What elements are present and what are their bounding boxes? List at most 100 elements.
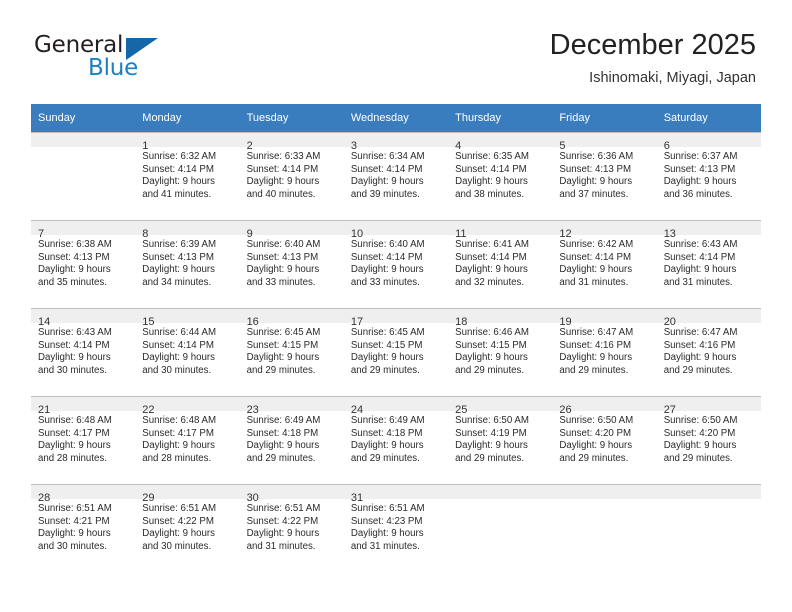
calendar-day-cell[interactable]: 17 Sunrise: 6:45 AM Sunset: 4:15 PM Dayligh… — [343, 308, 449, 396]
day-detail-line: Daylight: 9 hours — [246, 440, 320, 452]
day-number-bar: 25 — [448, 396, 553, 416]
day-detail-line: Daylight: 9 hours — [38, 440, 111, 452]
calendar-day-cell[interactable]: 21 Sunrise: 6:48 AM Sunset: 4:17 PM Dayligh… — [31, 396, 136, 484]
day-details: Sunrise: 6:41 AM Sunset: 4:14 PM Daylight:… — [448, 235, 552, 289]
day-detail-line: Sunrise: 6:32 AM — [142, 151, 217, 162]
calendar-day-cell[interactable]: 12 Sunrise: 6:42 AM Sunset: 4:14 PM Dayligh… — [552, 220, 657, 308]
day-detail-line: Sunrise: 6:51 AM — [142, 503, 217, 514]
day-cell-content: 1 Sunrise: 6:32 AM Sunset: 4:14 PM Daylight… — [135, 132, 240, 220]
calendar-day-cell[interactable]: 29 Sunrise: 6:51 AM Sunset: 4:22 PM Dayligh… — [135, 484, 240, 572]
calendar-day-cell[interactable]: 16 Sunrise: 6:45 AM Sunset: 4:15 PM Dayligh… — [239, 308, 344, 396]
day-cell-content: 20 Sunrise: 6:47 AM Sunset: 4:16 PM Dayligh… — [656, 308, 761, 396]
day-details — [552, 499, 656, 503]
day-number-bar — [552, 484, 657, 499]
calendar-day-cell[interactable]: 28 Sunrise: 6:51 AM Sunset: 4:21 PM Dayligh… — [31, 484, 136, 572]
day-detail-line: Sunrise: 6:45 AM — [350, 327, 425, 338]
page-title: December 2025 — [549, 29, 756, 61]
calendar-day-cell[interactable]: 1 Sunrise: 6:32 AM Sunset: 4:14 PM Daylight… — [135, 132, 240, 220]
day-number-bar: 1 — [135, 132, 240, 152]
day-detail-line: Daylight: 9 hours — [455, 440, 528, 452]
day-detail-line: and 29 minutes. — [559, 452, 629, 464]
calendar-day-cell[interactable]: 3 Sunrise: 6:34 AM Sunset: 4:14 PM Daylight… — [343, 132, 449, 220]
calendar-day-cell[interactable]: 19 Sunrise: 6:47 AM Sunset: 4:16 PM Dayligh… — [552, 308, 657, 396]
calendar-week-row: 14 Sunrise: 6:43 AM Sunset: 4:14 PM Dayligh… — [31, 308, 761, 396]
calendar-day-cell[interactable]: 25 Sunrise: 6:50 AM Sunset: 4:19 PM Dayligh… — [448, 396, 553, 484]
day-cell-content: 8 Sunrise: 6:39 AM Sunset: 4:13 PM Daylight… — [135, 220, 240, 308]
calendar-day-cell[interactable] — [448, 484, 553, 572]
day-cell-content: 22 Sunrise: 6:48 AM Sunset: 4:17 PM Dayligh… — [135, 396, 240, 484]
day-detail-line: Sunset: 4:14 PM — [455, 251, 527, 263]
general-blue-logo[interactable]: General Blue — [34, 32, 234, 81]
day-detail-line: Sunrise: 6:38 AM — [38, 239, 112, 250]
weekday-header-sunday: Sunday — [31, 104, 136, 132]
calendar-day-cell[interactable]: 27 Sunrise: 6:50 AM Sunset: 4:20 PM Dayligh… — [656, 396, 761, 484]
day-detail-line: Sunset: 4:17 PM — [38, 427, 110, 439]
weekday-header-monday: Monday — [135, 104, 240, 132]
day-detail-line: Sunrise: 6:34 AM — [350, 151, 425, 162]
calendar-day-cell[interactable] — [552, 484, 657, 572]
day-cell-content — [31, 132, 136, 220]
day-details — [448, 499, 552, 503]
calendar-day-cell[interactable]: 2 Sunrise: 6:33 AM Sunset: 4:14 PM Daylight… — [239, 132, 344, 220]
day-detail-line: and 38 minutes. — [455, 188, 525, 200]
calendar-day-cell[interactable]: 24 Sunrise: 6:49 AM Sunset: 4:18 PM Dayligh… — [343, 396, 449, 484]
day-detail-line: Daylight: 9 hours — [559, 176, 633, 188]
calendar-day-cell[interactable]: 26 Sunrise: 6:50 AM Sunset: 4:20 PM Dayligh… — [552, 396, 657, 484]
calendar-day-cell[interactable]: 23 Sunrise: 6:49 AM Sunset: 4:18 PM Dayligh… — [239, 396, 344, 484]
day-details: Sunrise: 6:48 AM Sunset: 4:17 PM Daylight:… — [31, 411, 135, 465]
calendar-day-cell[interactable] — [31, 132, 136, 220]
calendar-grid: Sunday Monday Tuesday Wednesday Thursday… — [31, 104, 761, 572]
day-detail-line: and 30 minutes. — [142, 540, 212, 552]
calendar-day-cell[interactable]: 6 Sunrise: 6:37 AM Sunset: 4:13 PM Daylight… — [656, 132, 761, 220]
day-detail-line: and 29 minutes. — [455, 452, 525, 464]
calendar-day-cell[interactable]: 30 Sunrise: 6:51 AM Sunset: 4:22 PM Dayligh… — [239, 484, 344, 572]
calendar-day-cell[interactable]: 9 Sunrise: 6:40 AM Sunset: 4:13 PM Daylight… — [239, 220, 344, 308]
calendar-day-cell[interactable]: 7 Sunrise: 6:38 AM Sunset: 4:13 PM Daylight… — [31, 220, 136, 308]
calendar-day-cell[interactable] — [656, 484, 761, 572]
day-detail-line: Sunset: 4:13 PM — [38, 251, 110, 263]
day-number-bar: 29 — [135, 484, 240, 504]
day-cell-content: 16 Sunrise: 6:45 AM Sunset: 4:15 PM Dayligh… — [239, 308, 344, 396]
calendar-day-cell[interactable]: 11 Sunrise: 6:41 AM Sunset: 4:14 PM Dayligh… — [448, 220, 553, 308]
calendar-day-cell[interactable]: 10 Sunrise: 6:40 AM Sunset: 4:14 PM Dayligh… — [343, 220, 449, 308]
day-detail-line: and 30 minutes. — [38, 540, 107, 552]
day-detail-line: Sunrise: 6:49 AM — [350, 415, 425, 426]
day-details: Sunrise: 6:49 AM Sunset: 4:18 PM Daylight:… — [344, 411, 448, 465]
day-detail-line: and 31 minutes. — [350, 540, 420, 552]
day-details: Sunrise: 6:32 AM Sunset: 4:14 PM Daylight:… — [135, 147, 239, 201]
day-detail-line: Sunset: 4:14 PM — [246, 163, 319, 175]
day-details: Sunrise: 6:45 AM Sunset: 4:15 PM Daylight:… — [240, 323, 344, 377]
day-details: Sunrise: 6:38 AM Sunset: 4:13 PM Daylight:… — [31, 235, 135, 289]
day-detail-line: Daylight: 9 hours — [246, 264, 320, 276]
day-details: Sunrise: 6:46 AM Sunset: 4:15 PM Daylight:… — [448, 323, 552, 377]
day-number-bar: 7 — [31, 220, 136, 240]
calendar-day-cell[interactable]: 22 Sunrise: 6:48 AM Sunset: 4:17 PM Dayligh… — [135, 396, 240, 484]
day-detail-line: and 40 minutes. — [246, 188, 316, 200]
day-details: Sunrise: 6:35 AM Sunset: 4:14 PM Daylight:… — [448, 147, 552, 201]
day-details: Sunrise: 6:51 AM Sunset: 4:22 PM Daylight:… — [135, 499, 239, 553]
calendar-day-cell[interactable]: 13 Sunrise: 6:43 AM Sunset: 4:14 PM Dayligh… — [656, 220, 761, 308]
calendar-day-cell[interactable]: 8 Sunrise: 6:39 AM Sunset: 4:13 PM Daylight… — [135, 220, 240, 308]
calendar-day-cell[interactable]: 4 Sunrise: 6:35 AM Sunset: 4:14 PM Daylight… — [448, 132, 553, 220]
day-detail-line: Daylight: 9 hours — [246, 352, 320, 364]
day-details: Sunrise: 6:50 AM Sunset: 4:20 PM Daylight:… — [657, 411, 761, 465]
day-cell-content: 4 Sunrise: 6:35 AM Sunset: 4:14 PM Daylight… — [448, 132, 553, 220]
day-detail-line: Sunset: 4:14 PM — [455, 163, 527, 175]
day-detail-line: Sunrise: 6:37 AM — [663, 151, 738, 162]
day-detail-line: Sunset: 4:19 PM — [455, 427, 527, 439]
calendar-day-cell[interactable]: 5 Sunrise: 6:36 AM Sunset: 4:13 PM Daylight… — [552, 132, 657, 220]
weekday-header-saturday: Saturday — [656, 104, 761, 132]
day-detail-line: Daylight: 9 hours — [663, 440, 737, 452]
day-cell-content: 18 Sunrise: 6:46 AM Sunset: 4:15 PM Dayligh… — [448, 308, 553, 396]
day-cell-content: 19 Sunrise: 6:47 AM Sunset: 4:16 PM Dayligh… — [552, 308, 657, 396]
calendar-day-cell[interactable]: 20 Sunrise: 6:47 AM Sunset: 4:16 PM Dayligh… — [656, 308, 761, 396]
day-detail-line: Sunrise: 6:48 AM — [142, 415, 217, 426]
calendar-day-cell[interactable]: 18 Sunrise: 6:46 AM Sunset: 4:15 PM Dayligh… — [448, 308, 553, 396]
calendar-day-cell[interactable]: 31 Sunrise: 6:51 AM Sunset: 4:23 PM Dayligh… — [343, 484, 449, 572]
day-detail-line: Daylight: 9 hours — [663, 176, 737, 188]
calendar-day-cell[interactable]: 15 Sunrise: 6:44 AM Sunset: 4:14 PM Dayligh… — [135, 308, 240, 396]
calendar-day-cell[interactable]: 14 Sunrise: 6:43 AM Sunset: 4:14 PM Dayligh… — [31, 308, 136, 396]
day-detail-line: and 29 minutes. — [246, 364, 316, 376]
day-detail-line: Daylight: 9 hours — [246, 528, 320, 540]
day-detail-line: Daylight: 9 hours — [38, 264, 111, 276]
